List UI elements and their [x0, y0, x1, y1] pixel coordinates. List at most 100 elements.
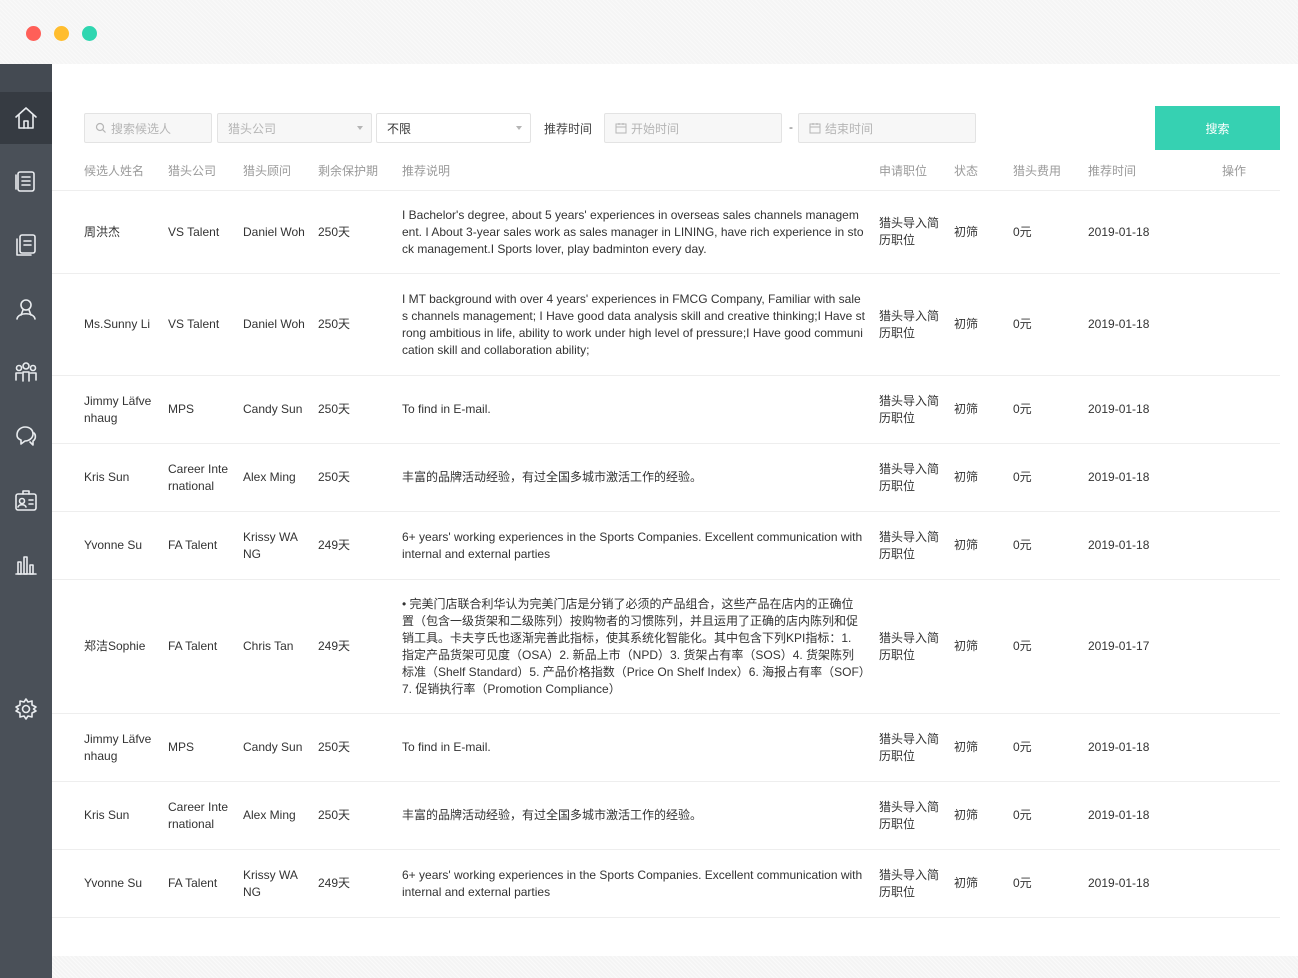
cell-consultant-text: Krissy WANG: [243, 529, 298, 561]
cell-status: 初筛: [954, 376, 994, 443]
cell-company: Career International: [168, 444, 230, 511]
end-date-input[interactable]: 结束时间: [798, 113, 976, 143]
table-row[interactable]: 郑洁Sophie FA Talent Chris Tan 249天 • 完美门店联合利华…: [52, 580, 1280, 714]
cell-consultant: Candy Sun: [243, 714, 305, 781]
sidebar-item-team[interactable]: [0, 346, 52, 398]
cell-position-text: 猎头导入简历职位: [879, 630, 940, 662]
cell-company: Career International: [168, 782, 230, 849]
cell-time: 2019-01-17: [1088, 580, 1188, 713]
cell-fee: 0元: [1013, 376, 1053, 443]
sidebar-item-list[interactable]: [0, 155, 52, 207]
search-button[interactable]: 搜索: [1155, 106, 1280, 150]
cell-consultant: Candy Sun: [243, 376, 305, 443]
cell-note: 6+ years' working experiences in the Spo…: [402, 512, 865, 579]
cell-note: To find in E-mail.: [402, 376, 865, 443]
cell-consultant-text: Candy Sun: [243, 402, 303, 416]
sidebar-item-messages[interactable]: [0, 410, 52, 462]
start-date-input[interactable]: 开始时间: [604, 113, 782, 143]
cell-time: 2019-01-18: [1088, 782, 1188, 849]
column-header-fee[interactable]: 猎头费用: [1013, 162, 1061, 179]
table-row[interactable]: 周洪杰 VS Talent Daniel Woh 250天 I Bachelor's d…: [52, 191, 1280, 274]
table-row[interactable]: Yvonne Su FA Talent Krissy WANG 249天 6+ year…: [52, 512, 1280, 580]
chevron-down-icon: [357, 126, 363, 130]
cell-protection-text: 249天: [318, 538, 351, 552]
sidebar-header: [0, 64, 52, 92]
cell-status-text: 初筛: [954, 470, 979, 484]
cell-consultant-text: Daniel Woh: [243, 224, 305, 239]
cell-status: 初筛: [954, 782, 994, 849]
cell-fee-text: 0元: [1013, 317, 1032, 331]
cell-name: Kris Sun: [84, 782, 154, 849]
cell-company-text: VS Talent: [168, 317, 220, 331]
cell-company-text: MPS: [168, 402, 195, 416]
cell-consultant: Krissy WANG: [243, 512, 305, 579]
window-bottom-edge: [52, 956, 1298, 978]
chat-icon: [16, 426, 37, 446]
cell-position-text: 猎头导入简历职位: [879, 393, 940, 425]
table-row[interactable]: Ms.Sunny Li VS Talent Daniel Woh 250天 I MT b…: [52, 274, 1280, 376]
column-header-time[interactable]: 推荐时间: [1088, 162, 1136, 179]
cell-note-text: I Bachelor's degree, about 5 years' expe…: [402, 207, 864, 256]
cell-consultant: Alex Ming: [243, 782, 305, 849]
cell-note-text: 丰富的品牌活动经验，有过全国多城市激活工作的经验。: [402, 808, 703, 822]
table-row[interactable]: Kris Sun Career International Alex Ming 250…: [52, 444, 1280, 512]
cell-consultant: Daniel Woh: [243, 191, 305, 273]
cell-note-text: To find in E-mail.: [402, 402, 491, 416]
column-header-name[interactable]: 候选人姓名: [84, 162, 144, 179]
column-header-company[interactable]: 猎头公司: [168, 162, 216, 179]
cell-status-text: 初筛: [954, 402, 979, 416]
cell-note-text: • 完美门店联合利华认为完美门店是分销了必须的产品组合，这些产品在店内的正确位置…: [402, 596, 865, 696]
cell-name: 周洪杰: [84, 191, 154, 273]
sidebar-item-reports[interactable]: [0, 538, 52, 590]
cell-status-text: 初筛: [954, 639, 979, 653]
chevron-down-icon: [516, 126, 522, 130]
table-row[interactable]: Jimmy Läfvenhaug MPS Candy Sun 250天 To find …: [52, 376, 1280, 444]
sidebar-item-settings[interactable]: [0, 683, 52, 735]
candidate-search-input[interactable]: 搜索候选人: [84, 113, 212, 143]
cell-note-text: 丰富的品牌活动经验，有过全国多城市激活工作的经验。: [402, 470, 703, 484]
cell-protection-text: 250天: [318, 402, 351, 416]
sidebar: [0, 64, 52, 978]
cell-note-text: 6+ years' working experiences in the Spo…: [402, 529, 863, 561]
cell-fee-text: 0元: [1013, 402, 1032, 416]
column-header-position[interactable]: 申请职位: [879, 162, 927, 179]
cell-time: 2019-01-18: [1088, 850, 1188, 917]
cell-fee-text: 0元: [1013, 740, 1032, 754]
cell-status-text: 初筛: [954, 876, 979, 890]
column-header-action: 操作: [1222, 164, 1247, 178]
cell-protection-text: 250天: [318, 808, 351, 822]
table-row[interactable]: Kris Sun Career International Alex Ming 250…: [52, 782, 1280, 850]
team-icon: [15, 362, 37, 382]
table-row[interactable]: Yvonne Su FA Talent Krissy WANG 249天 6+ year…: [52, 850, 1280, 918]
user-icon: [16, 299, 36, 320]
company-select[interactable]: 猎头公司: [217, 113, 372, 143]
document-icon: [16, 234, 36, 256]
column-header-consultant[interactable]: 猎头顾问: [243, 162, 291, 179]
window-zoom-button[interactable]: [82, 26, 97, 41]
status-select[interactable]: 不限: [376, 113, 531, 143]
cell-consultant: Alex Ming: [243, 444, 305, 511]
sidebar-item-contacts[interactable]: [0, 474, 52, 526]
cell-name-text: Jimmy Läfvenhaug: [84, 731, 152, 763]
sidebar-item-documents[interactable]: [0, 219, 52, 271]
cell-consultant: Chris Tan: [243, 580, 305, 713]
cell-position: 猎头导入简历职位: [879, 580, 941, 713]
calendar-icon: [615, 123, 627, 134]
column-header-protection[interactable]: 剩余保护期: [318, 162, 378, 179]
table-row[interactable]: Jimmy Läfvenhaug MPS Candy Sun 250天 To find …: [52, 714, 1280, 782]
cell-note-text: 6+ years' working experiences in the Spo…: [402, 867, 863, 899]
cell-fee-text: 0元: [1013, 639, 1032, 653]
window-close-button[interactable]: [26, 26, 41, 41]
sidebar-item-home[interactable]: [0, 92, 52, 144]
start-date-placeholder: 开始时间: [631, 121, 680, 136]
cell-fee: 0元: [1013, 782, 1053, 849]
cell-company: VS Talent: [168, 274, 230, 375]
cell-consultant-text: Alex Ming: [243, 808, 296, 822]
sidebar-item-candidates[interactable]: [0, 283, 52, 335]
gear-icon: [15, 698, 37, 720]
column-header-status[interactable]: 状态: [954, 162, 978, 179]
column-header-note[interactable]: 推荐说明: [402, 162, 450, 179]
window-minimize-button[interactable]: [54, 26, 69, 41]
cell-company: FA Talent: [168, 512, 230, 579]
search-icon: [95, 122, 106, 133]
